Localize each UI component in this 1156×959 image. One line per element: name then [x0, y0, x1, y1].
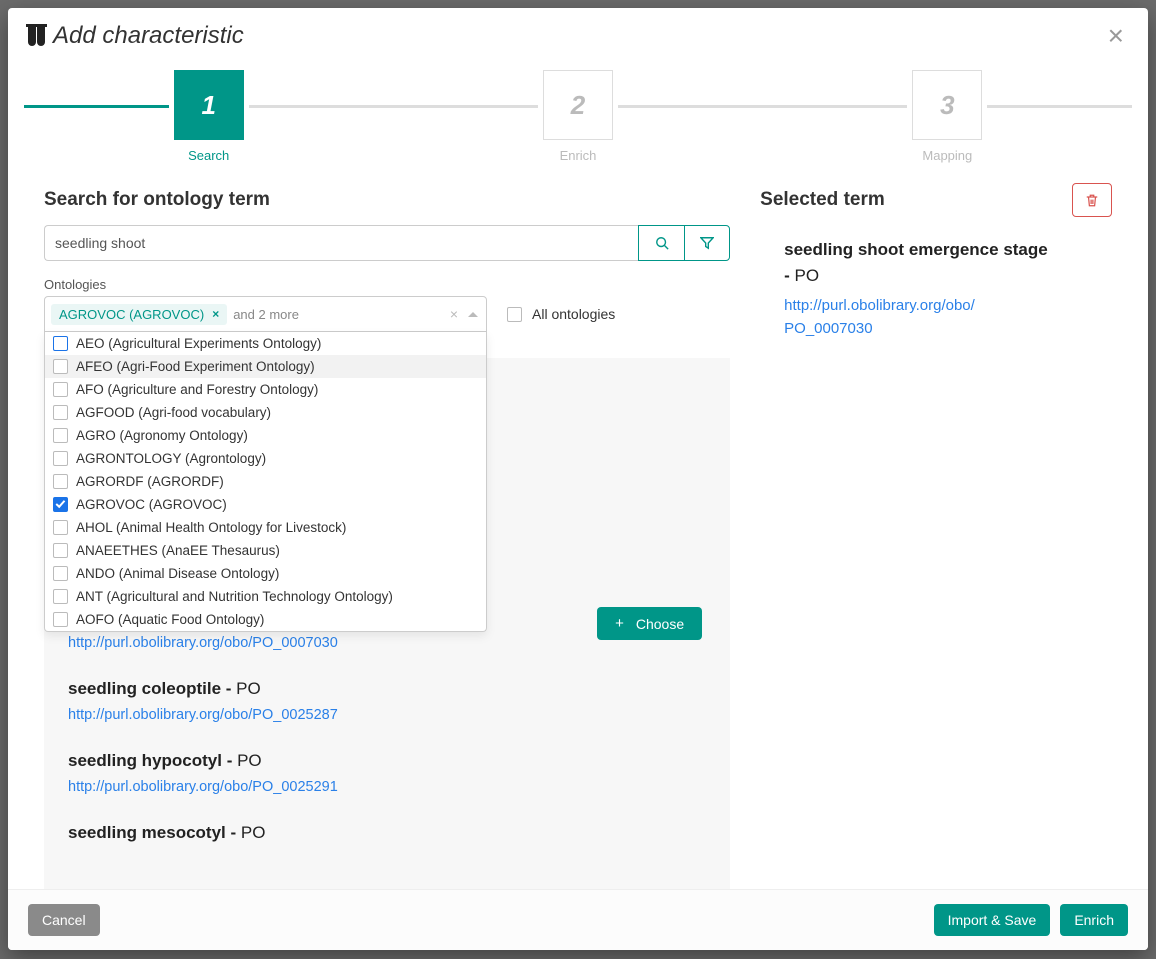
ontology-option[interactable]: ANT (Agricultural and Nutrition Technolo… — [45, 585, 486, 608]
ontology-option[interactable]: AGFOOD (Agri-food vocabulary) — [45, 401, 486, 424]
ontology-option-label: AGROVOC (AGROVOC) — [76, 497, 227, 512]
modal-footer: Cancel Import & Save Enrich — [8, 889, 1148, 950]
ontology-tag: AGROVOC (AGROVOC) × — [51, 304, 227, 325]
delete-selected-button[interactable] — [1072, 183, 1112, 217]
checkbox-icon — [53, 382, 68, 397]
ontology-option[interactable]: AGRORDF (AGRORDF) — [45, 470, 486, 493]
result-title: seedling coleoptile - PO — [68, 679, 706, 699]
choose-label: Choose — [636, 616, 684, 632]
step-3-label: Mapping — [922, 148, 972, 163]
step-1-number: 1 — [174, 70, 244, 140]
checkbox-icon — [53, 612, 68, 627]
selected-term-dash: - — [784, 266, 794, 285]
checkbox-icon — [53, 497, 68, 512]
ontology-tag-label: AGROVOC (AGROVOC) — [59, 308, 204, 321]
result-link[interactable]: http://purl.obolibrary.org/obo/PO_002528… — [68, 707, 706, 723]
step-1-label: Search — [188, 148, 229, 163]
caret-up-icon[interactable] — [468, 312, 478, 317]
ontologies-dropdown[interactable]: AEO (Agricultural Experiments Ontology) A… — [44, 332, 487, 632]
close-button[interactable]: × — [1104, 22, 1128, 50]
ontology-option-label: AHOL (Animal Health Ontology for Livesto… — [76, 520, 346, 535]
checkbox-icon — [53, 451, 68, 466]
multiselect-clear-icon[interactable]: × — [446, 306, 462, 322]
result-item: seedling hypocotyl - PO http://purl.oboli… — [68, 751, 706, 795]
ontology-option-label: AGRO (Agronomy Ontology) — [76, 428, 248, 443]
ontology-option[interactable]: AFEO (Agri-Food Experiment Ontology) — [45, 355, 486, 378]
selected-term-heading: Selected term — [760, 189, 885, 211]
selected-term-panel: seedling shoot emergence stage - PO http… — [760, 237, 1112, 341]
result-item: seedling mesocotyl - PO — [68, 823, 706, 843]
import-save-button[interactable]: Import & Save — [934, 904, 1051, 936]
ontology-option[interactable]: AGRO (Agronomy Ontology) — [45, 424, 486, 447]
checkbox-icon — [507, 307, 522, 322]
ontologies-label: Ontologies — [44, 277, 730, 292]
ontology-option-label: AOFO (Aquatic Food Ontology) — [76, 612, 264, 627]
cancel-button[interactable]: Cancel — [28, 904, 100, 936]
search-icon — [655, 236, 669, 250]
search-heading: Search for ontology term — [44, 189, 730, 211]
filter-button[interactable] — [684, 225, 730, 261]
modal-header: Add characteristic × — [8, 8, 1148, 62]
ontologies-multiselect[interactable]: AGROVOC (AGROVOC) × and 2 more × — [44, 296, 487, 332]
ontology-option[interactable]: ANAEETHES (AnaEE Thesaurus) — [45, 539, 486, 562]
ontology-option-label: ANAEETHES (AnaEE Thesaurus) — [76, 543, 280, 558]
step-2-number: 2 — [543, 70, 613, 140]
all-ontologies-label: All ontologies — [532, 306, 615, 322]
all-ontologies-checkbox[interactable]: All ontologies — [507, 306, 615, 322]
flask-icon — [28, 26, 45, 46]
checkbox-icon — [53, 589, 68, 604]
ontology-option[interactable]: AOFO (Aquatic Food Ontology) — [45, 608, 486, 631]
result-item: seedling coleoptile - PO http://purl.obol… — [68, 679, 706, 723]
search-input[interactable] — [44, 225, 638, 261]
selected-term-ontology: PO — [795, 266, 820, 285]
ontology-option[interactable]: AHOL (Animal Health Ontology for Livesto… — [45, 516, 486, 539]
enrich-button[interactable]: Enrich — [1060, 904, 1128, 936]
result-link[interactable]: http://purl.obolibrary.org/obo/PO_002529… — [68, 779, 706, 795]
ontology-option-label: AGRORDF (AGRORDF) — [76, 474, 224, 489]
selected-term-name: seedling shoot emergence stage — [784, 240, 1048, 259]
ontology-option-label: ANDO (Animal Disease Ontology) — [76, 566, 279, 581]
step-1[interactable]: 1 Search — [169, 70, 249, 163]
filter-icon — [700, 236, 714, 250]
ontology-option[interactable]: AGRONTOLOGY (Agrontology) — [45, 447, 486, 470]
ontology-option[interactable]: AFO (Agriculture and Forestry Ontology) — [45, 378, 486, 401]
trash-icon — [1085, 193, 1099, 208]
step-3[interactable]: 3 Mapping — [907, 70, 987, 163]
result-title: seedling hypocotyl - PO — [68, 751, 706, 771]
step-2[interactable]: 2 Enrich — [538, 70, 618, 163]
ontology-option[interactable]: AGROVOC (AGROVOC) — [45, 493, 486, 516]
ontology-option-label: AFO (Agriculture and Forestry Ontology) — [76, 382, 318, 397]
ontology-option-label: AEO (Agricultural Experiments Ontology) — [76, 336, 321, 351]
ontology-option-label: AFEO (Agri-Food Experiment Ontology) — [76, 359, 315, 374]
checkbox-icon — [53, 520, 68, 535]
step-3-number: 3 — [912, 70, 982, 140]
modal-title-text: Add characteristic — [53, 22, 244, 50]
result-title: seedling mesocotyl - PO — [68, 823, 706, 843]
checkbox-icon — [53, 566, 68, 581]
ontology-option-label: ANT (Agricultural and Nutrition Technolo… — [76, 589, 393, 604]
choose-button[interactable]: + Choose — [597, 607, 702, 640]
checkbox-icon — [53, 428, 68, 443]
ontology-option-label: AGFOOD (Agri-food vocabulary) — [76, 405, 271, 420]
search-button[interactable] — [638, 225, 684, 261]
checkbox-icon — [53, 405, 68, 420]
modal-dialog: Add characteristic × 1 Search 2 Enrich 3… — [8, 8, 1148, 950]
ontology-option[interactable]: AEO (Agricultural Experiments Ontology) — [45, 332, 486, 355]
checkbox-icon — [53, 543, 68, 558]
ontology-option-label: AGRONTOLOGY (Agrontology) — [76, 451, 266, 466]
checkbox-icon — [53, 359, 68, 374]
modal-title: Add characteristic — [28, 22, 244, 50]
plus-icon: + — [615, 615, 624, 632]
ontology-option[interactable]: ANDO (Animal Disease Ontology) — [45, 562, 486, 585]
step-2-label: Enrich — [560, 148, 597, 163]
checkbox-icon — [53, 474, 68, 489]
tag-remove-icon[interactable]: × — [212, 308, 219, 320]
checkbox-icon — [53, 336, 68, 351]
stepper: 1 Search 2 Enrich 3 Mapping — [8, 62, 1148, 175]
ontology-more-count: and 2 more — [233, 307, 299, 322]
selected-term-link[interactable]: http://purl.obolibrary.org/obo/ PO_00070… — [784, 294, 1112, 341]
